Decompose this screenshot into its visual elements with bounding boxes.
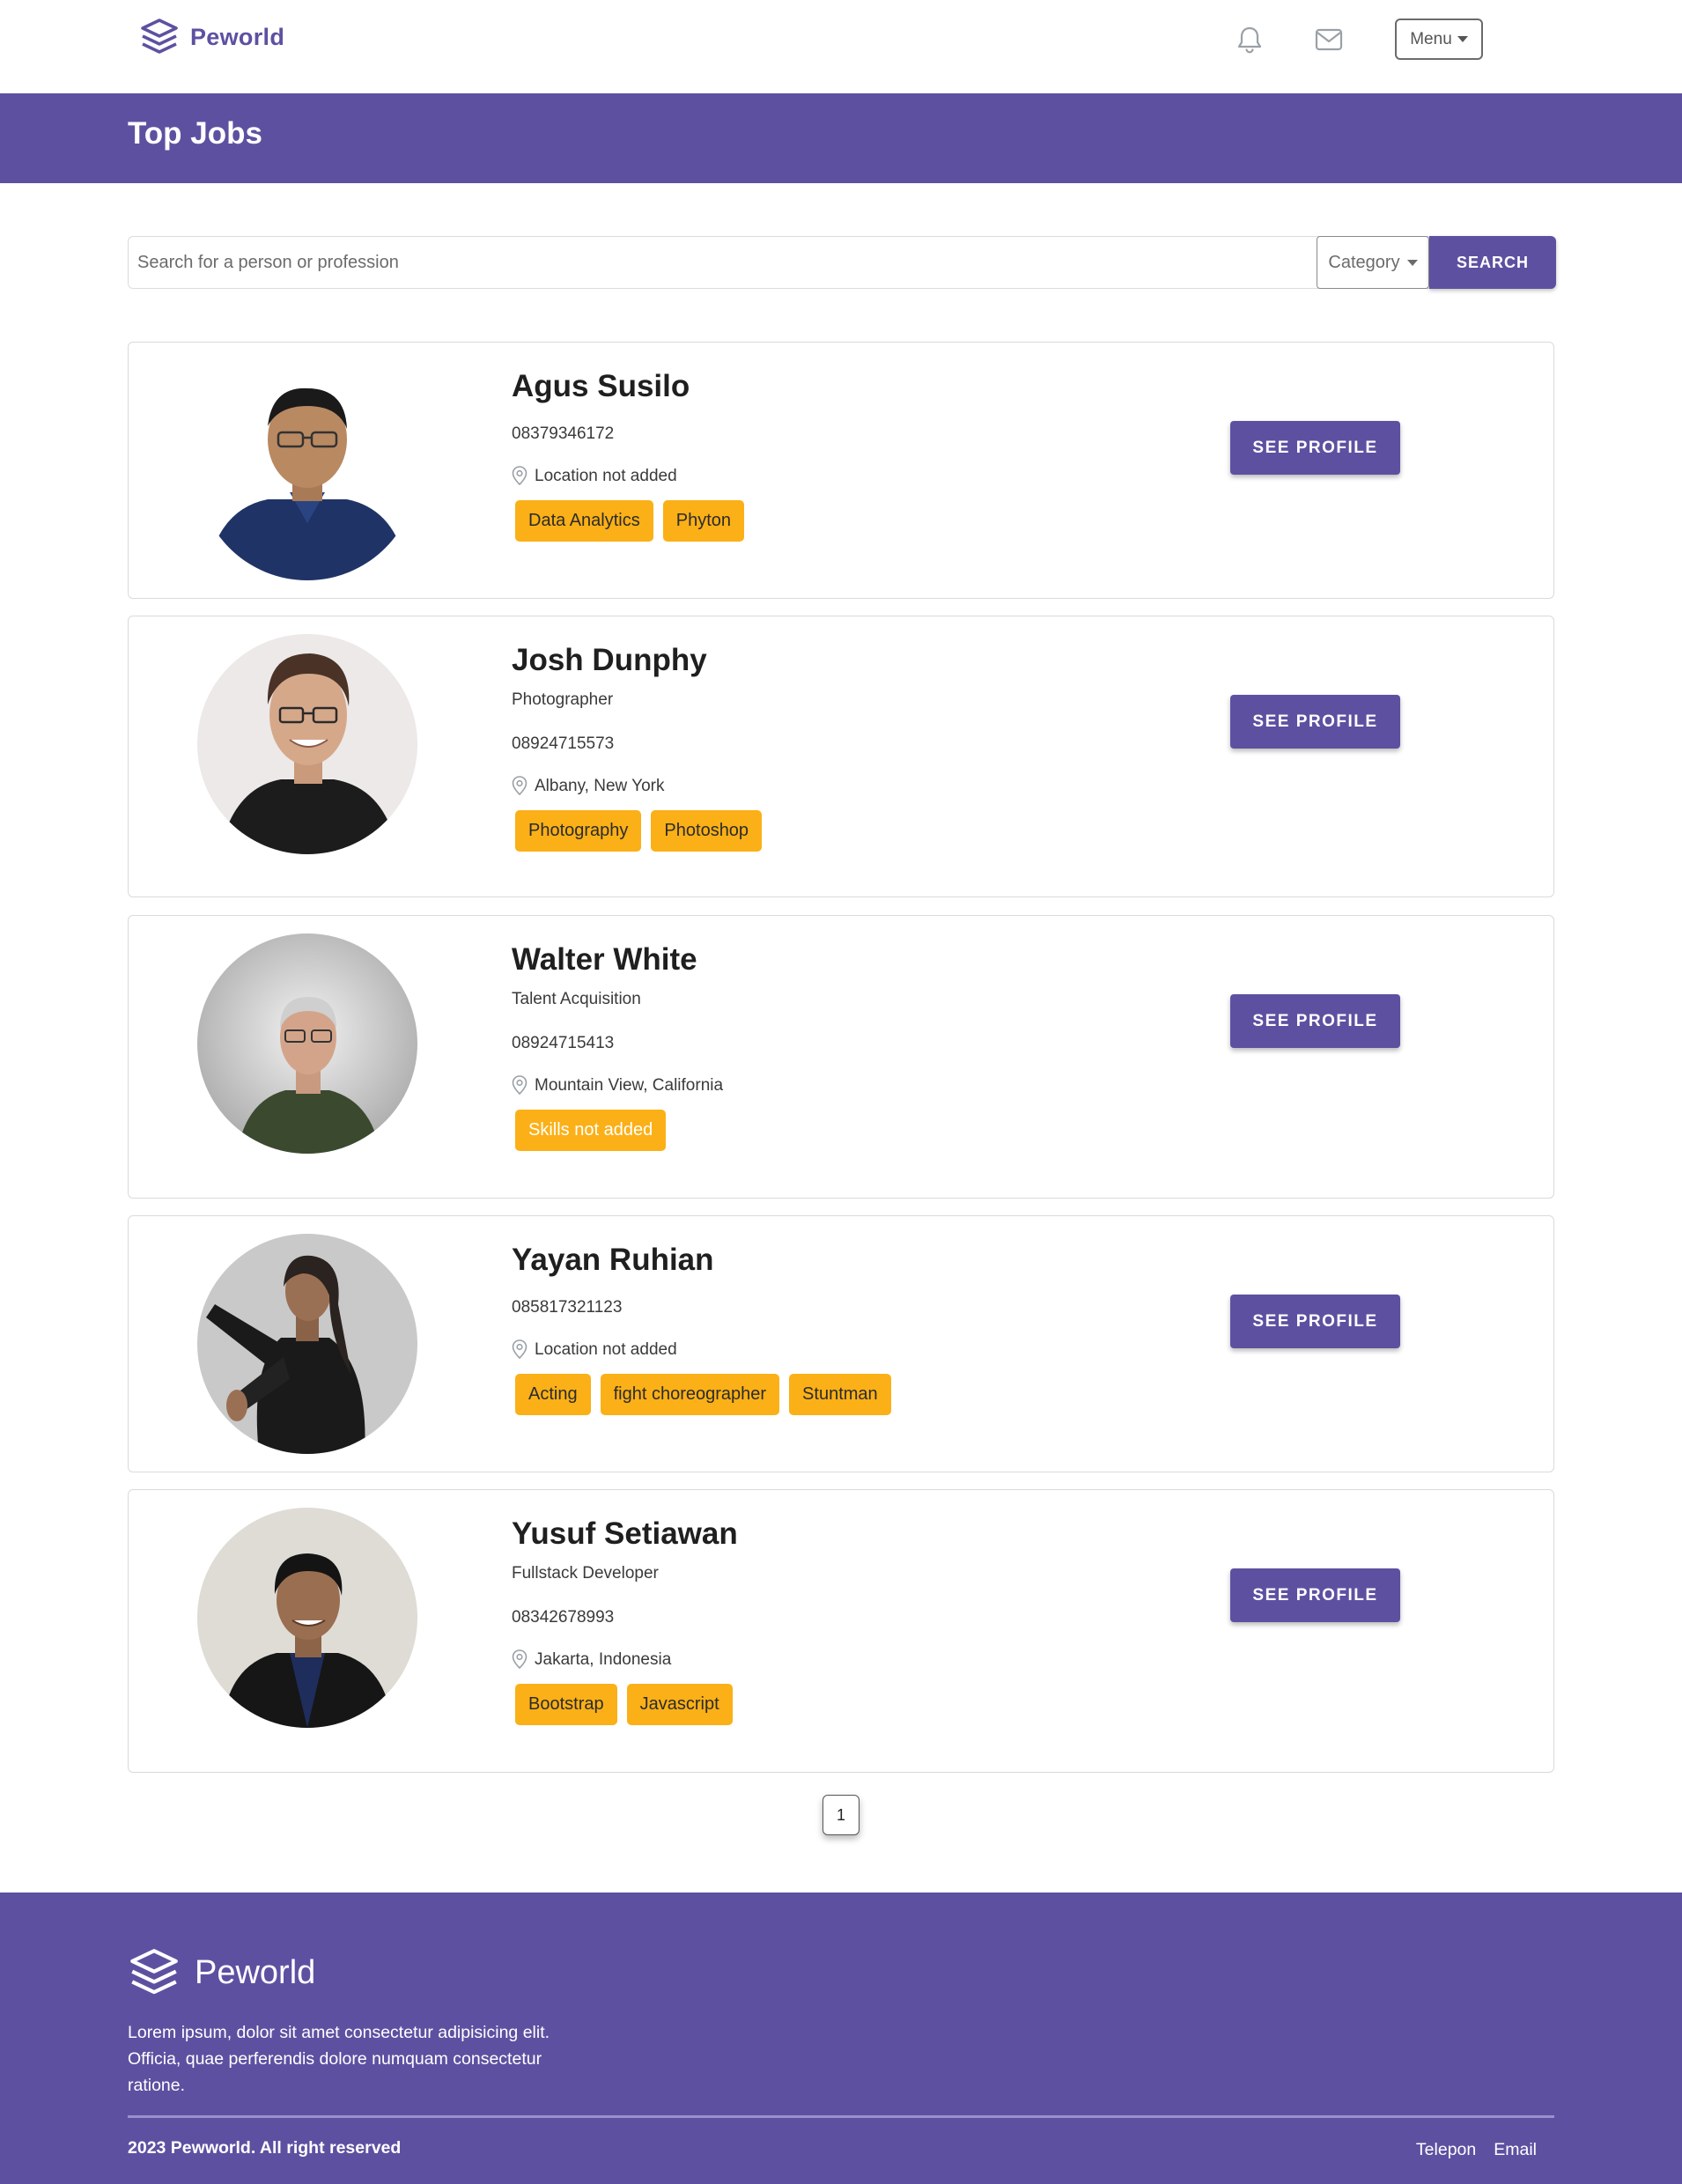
see-profile-button[interactable]: SEE PROFILE <box>1230 994 1400 1048</box>
location-text: Mountain View, California <box>535 1075 724 1095</box>
skill-badge: Photography <box>515 810 642 852</box>
location-text: Location not added <box>535 466 677 485</box>
avatar <box>197 933 417 1154</box>
footer-brand: Peworld <box>128 1947 315 1998</box>
skill-badge: Photoshop <box>651 810 763 852</box>
see-profile-button[interactable]: SEE PROFILE <box>1230 1568 1400 1622</box>
page-title: Top Jobs <box>128 116 262 151</box>
see-profile-button[interactable]: SEE PROFILE <box>1230 695 1400 749</box>
logo-icon <box>141 18 178 54</box>
footer-link-email[interactable]: Email <box>1494 2140 1537 2160</box>
category-label: Category <box>1328 252 1400 272</box>
footer-links: Telepon Email <box>1416 2140 1537 2160</box>
profile-info: Agus Susilo 08379346172 Location not add… <box>512 369 744 542</box>
profile-location: Albany, New York <box>512 776 665 795</box>
skill-list: Skills not added <box>515 1110 667 1151</box>
navbar: Peworld Menu <box>0 0 1682 93</box>
profile-card: Yayan Ruhian 085817321123 Location not a… <box>128 1215 1554 1472</box>
skill-badge: Acting <box>515 1374 591 1415</box>
menu-label: Menu <box>1410 29 1452 48</box>
profile-phone: 08342678993 <box>512 1608 615 1627</box>
skill-list: Data Analytics Phyton <box>515 500 744 542</box>
skill-list: Photography Photoshop <box>515 810 763 852</box>
see-profile-button[interactable]: SEE PROFILE <box>1230 421 1400 475</box>
logo-icon <box>130 1949 178 1995</box>
skill-badge: Javascript <box>626 1684 733 1725</box>
profile-location: Location not added <box>512 1339 677 1359</box>
profile-phone: 08924715413 <box>512 1034 615 1052</box>
profile-name: Yusuf Setiawan <box>512 1516 738 1551</box>
location-pin-icon <box>512 466 527 485</box>
footer-link-telepon[interactable]: Telepon <box>1416 2140 1476 2160</box>
location-text: Jakarta, Indonesia <box>535 1649 672 1669</box>
pagination-page-button[interactable]: 1 <box>823 1795 859 1835</box>
avatar <box>197 634 417 854</box>
profile-card: Walter White Talent Acquisition 08924715… <box>128 915 1554 1199</box>
brand-logo[interactable]: Peworld <box>139 18 284 56</box>
profile-info: Josh Dunphy Photographer 08924715573 Alb… <box>512 643 763 852</box>
chevron-down-icon <box>1457 36 1468 42</box>
avatar-photo <box>197 1234 417 1454</box>
profile-location: Location not added <box>512 466 677 485</box>
profile-phone: 08379346172 <box>512 424 615 443</box>
profile-location: Mountain View, California <box>512 1075 723 1095</box>
location-pin-icon <box>512 1649 527 1669</box>
profile-location: Jakarta, Indonesia <box>512 1649 671 1669</box>
profile-job: Fullstack Developer <box>512 1564 659 1583</box>
profile-job: Photographer <box>512 690 614 709</box>
avatar <box>197 1234 417 1454</box>
profile-phone: 08924715573 <box>512 734 615 753</box>
profile-card: Josh Dunphy Photographer 08924715573 Alb… <box>128 616 1554 897</box>
profile-info: Yayan Ruhian 085817321123 Location not a… <box>512 1243 891 1415</box>
skill-badge: Phyton <box>662 500 744 542</box>
see-profile-button[interactable]: SEE PROFILE <box>1230 1295 1400 1348</box>
chevron-down-icon <box>1406 259 1418 266</box>
skill-badge: Bootstrap <box>515 1684 617 1725</box>
search-button[interactable]: SEARCH <box>1429 236 1556 289</box>
bell-icon[interactable] <box>1235 25 1265 55</box>
profile-job: Talent Acquisition <box>512 990 641 1008</box>
category-dropdown-button[interactable]: Category <box>1317 236 1429 289</box>
profile-card: Agus Susilo 08379346172 Location not add… <box>128 342 1554 599</box>
skill-badge: fight choreographer <box>600 1374 780 1415</box>
menu-dropdown-button[interactable]: Menu <box>1395 18 1483 60</box>
avatar-photo <box>197 360 417 580</box>
profile-info: Yusuf Setiawan Fullstack Developer 08342… <box>512 1516 738 1725</box>
skill-list: Bootstrap Javascript <box>515 1684 733 1725</box>
profile-card: Yusuf Setiawan Fullstack Developer 08342… <box>128 1489 1554 1773</box>
brand-name: Peworld <box>190 23 285 50</box>
avatar-photo <box>197 1508 417 1728</box>
avatar-photo <box>197 634 417 854</box>
avatar <box>197 360 417 580</box>
page-banner: Top Jobs <box>0 93 1682 183</box>
profile-name: Yayan Ruhian <box>512 1243 714 1277</box>
profile-phone: 085817321123 <box>512 1298 623 1317</box>
footer-description: Lorem ipsum, dolor sit amet consectetur … <box>128 2023 550 2095</box>
location-pin-icon <box>512 1075 527 1095</box>
avatar <box>197 1508 417 1728</box>
mail-icon[interactable] <box>1314 26 1344 53</box>
search-bar: Category SEARCH <box>128 236 1556 289</box>
profile-name: Agus Susilo <box>512 369 690 403</box>
profile-name: Josh Dunphy <box>512 643 707 677</box>
skill-badge: Skills not added <box>515 1110 667 1151</box>
search-input[interactable] <box>137 237 1300 288</box>
footer-brand-name: Peworld <box>195 1953 316 1991</box>
footer-copyright: 2023 Pewworld. All right reserved <box>128 2138 402 2158</box>
location-text: Location not added <box>535 1339 677 1359</box>
location-pin-icon <box>512 1339 527 1359</box>
profile-info: Walter White Talent Acquisition 08924715… <box>512 942 723 1151</box>
location-pin-icon <box>512 776 527 795</box>
footer: Peworld Lorem ipsum, dolor sit amet cons… <box>0 1893 1682 2184</box>
skill-badge: Data Analytics <box>515 500 653 542</box>
location-text: Albany, New York <box>535 776 665 795</box>
skill-list: Acting fight choreographer Stuntman <box>515 1374 891 1415</box>
avatar-photo <box>197 933 417 1154</box>
footer-divider <box>128 2115 1554 2118</box>
profile-name: Walter White <box>512 942 697 977</box>
skill-badge: Stuntman <box>789 1374 891 1415</box>
